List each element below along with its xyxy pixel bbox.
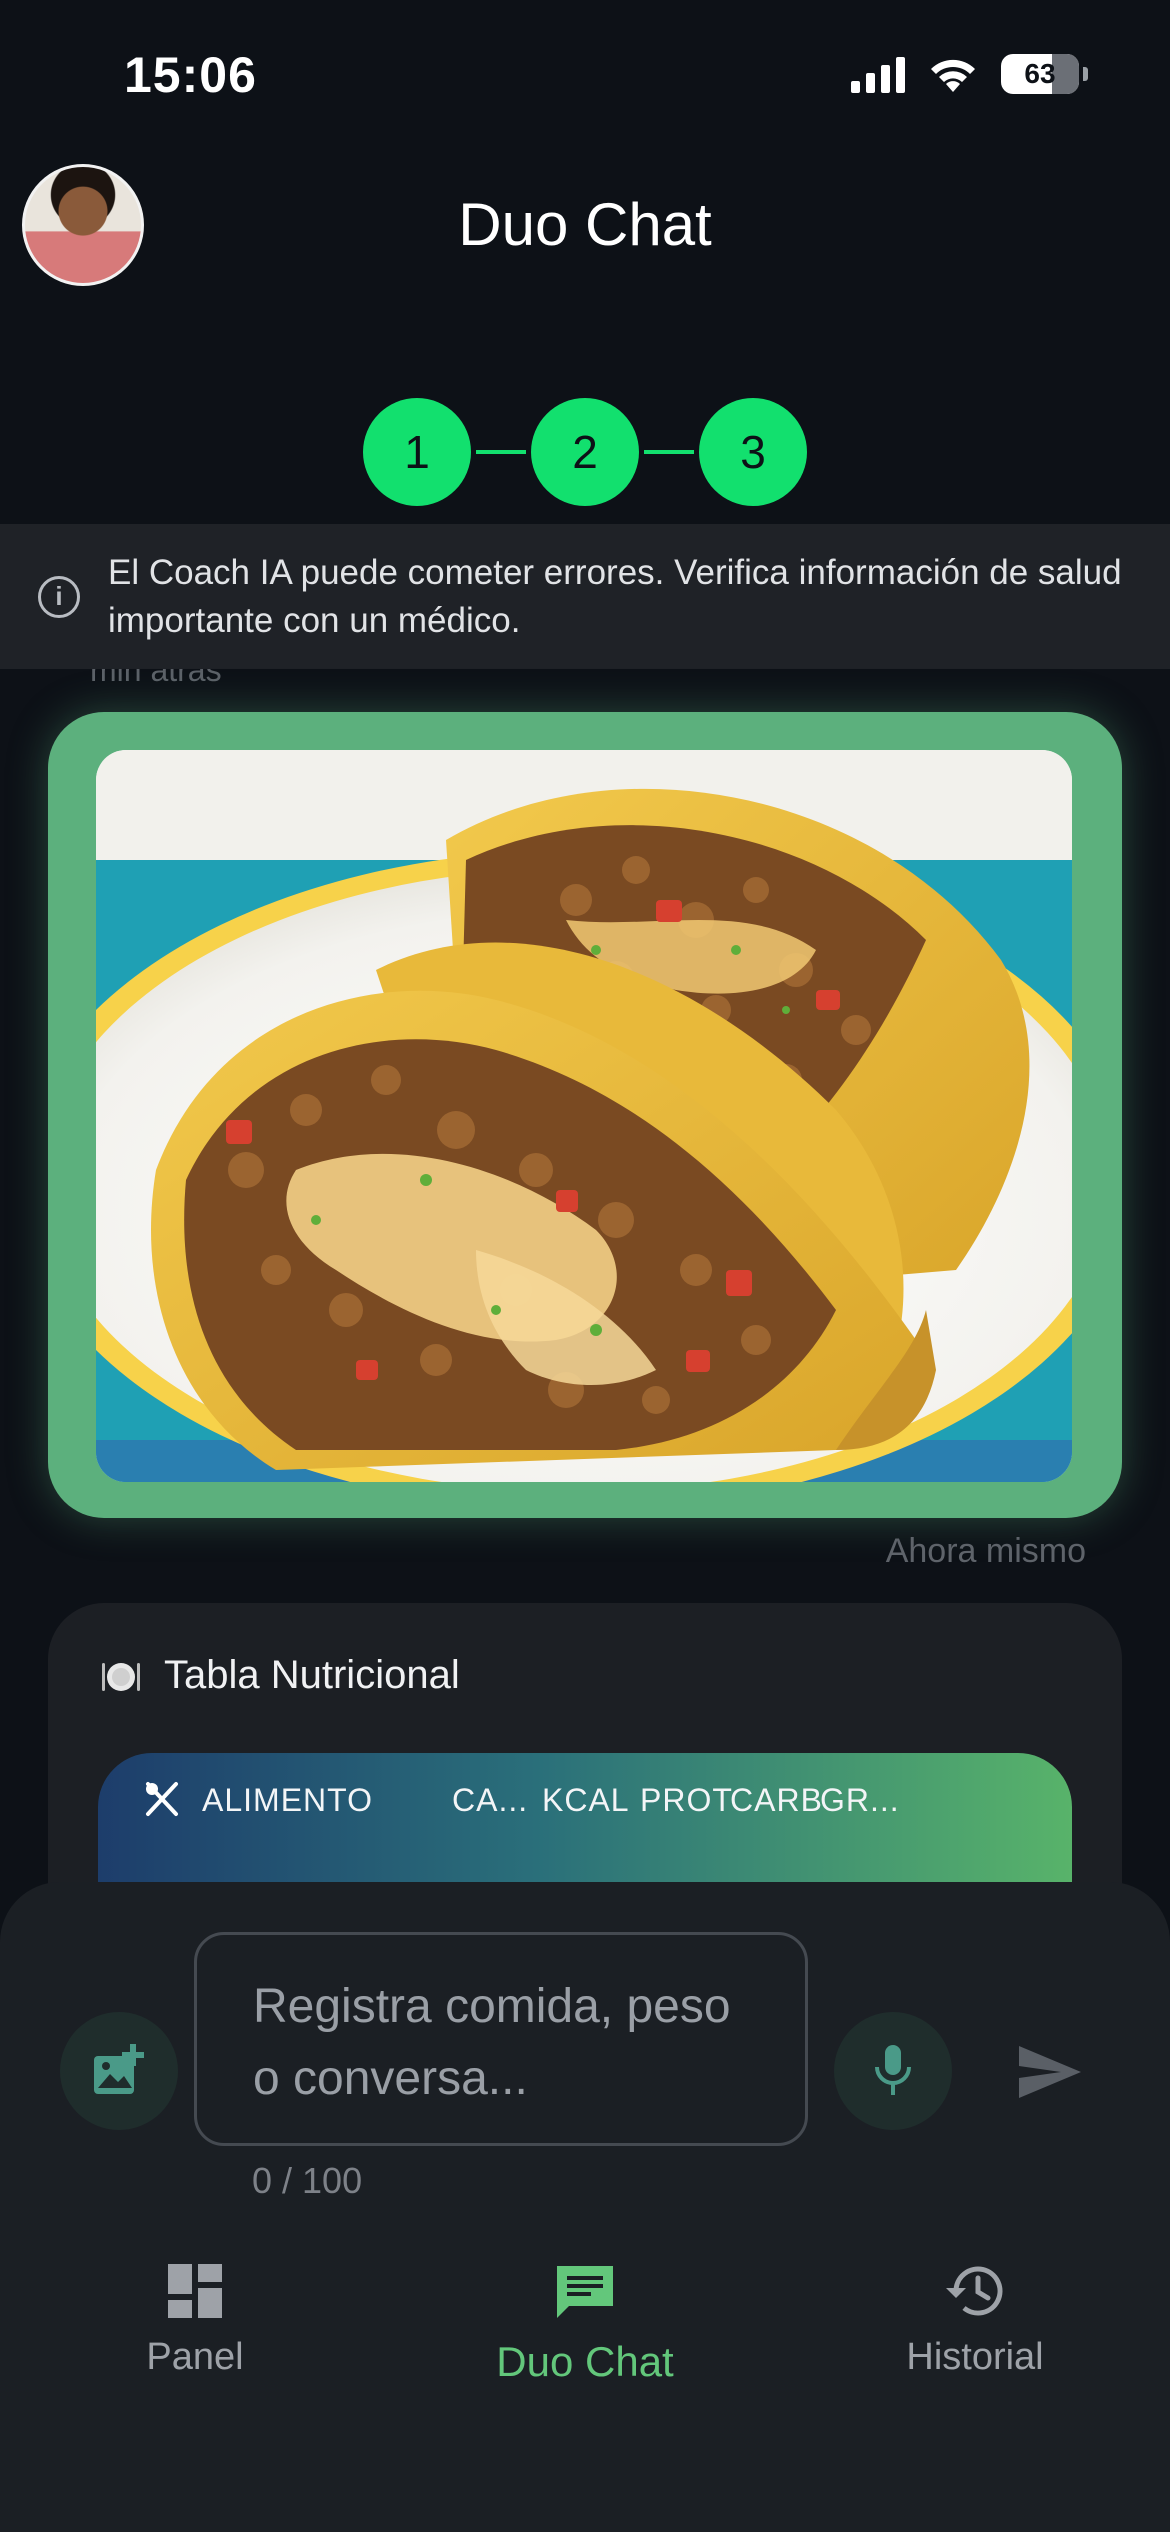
step-connector	[476, 450, 526, 454]
nav-item-historial[interactable]: Historial	[880, 2262, 1070, 2379]
column-header-protein: PROT	[640, 1781, 733, 1818]
add-photo-icon	[94, 2044, 144, 2094]
step-2[interactable]: 2	[531, 398, 639, 506]
history-icon	[946, 2266, 1003, 2316]
plate-cutlery-icon	[102, 1662, 140, 1691]
step-connector	[644, 450, 694, 454]
fork-knife-icon	[146, 1782, 178, 1816]
step-3[interactable]: 3	[699, 398, 807, 506]
chat-icon	[557, 2266, 613, 2318]
tacos-image	[96, 750, 1072, 1482]
battery-level: 63	[1024, 58, 1056, 89]
step-1[interactable]: 1	[363, 398, 471, 506]
message-timestamp: Ahora mismo	[885, 1532, 1086, 1570]
nutrition-table-header: ALIMENTO CA... KCAL PROT CARB GR...	[98, 1753, 1072, 1883]
column-header-food: ALIMENTO	[202, 1781, 373, 1818]
column-header-kcal: KCAL	[542, 1781, 630, 1818]
page-title: Duo Chat	[458, 191, 712, 258]
nutrition-title-row: Tabla Nutricional	[100, 1653, 460, 1698]
cellular-signal-icon	[851, 55, 905, 93]
food-photo[interactable]	[96, 750, 1072, 1482]
message-input[interactable]	[194, 1932, 808, 2146]
voice-input-button[interactable]	[834, 2012, 952, 2130]
nutrition-table-card: Tabla Nutricional ALIMENTO CA... KCAL PR…	[48, 1603, 1122, 1903]
dashboard-icon	[168, 2264, 222, 2318]
battery-icon: 63	[1001, 54, 1079, 94]
nav-label-historial: Historial	[906, 2336, 1044, 2378]
progress-stepper: 1 2 3	[0, 398, 1170, 506]
nav-item-panel[interactable]: Panel	[120, 2262, 270, 2379]
wifi-icon	[931, 59, 975, 92]
microphone-icon	[875, 2045, 911, 2095]
send-button[interactable]	[1010, 2032, 1090, 2112]
nav-label-duo-chat: Duo Chat	[496, 2338, 674, 2385]
status-bar: 15:06 63	[0, 0, 1170, 150]
add-photo-button[interactable]	[60, 2012, 178, 2130]
column-header-fat: GR...	[820, 1781, 900, 1818]
info-icon: i	[38, 575, 80, 618]
bottom-navigation: Panel Duo Chat Historial	[0, 2262, 1170, 2462]
status-time: 15:06	[124, 47, 257, 103]
nav-item-duo-chat[interactable]: Duo Chat	[470, 2262, 700, 2386]
image-message-bubble[interactable]	[48, 712, 1122, 1518]
send-icon	[1019, 2046, 1081, 2098]
column-header-quantity: CA...	[452, 1781, 529, 1818]
character-counter: 0 / 100	[252, 2160, 363, 2201]
nutrition-title: Tabla Nutricional	[164, 1653, 460, 1697]
battery-cap	[1083, 67, 1088, 81]
column-header-carbs: CARB	[730, 1781, 823, 1818]
ai-disclaimer-banner: i El Coach IA puede cometer errores. Ver…	[0, 524, 1170, 669]
status-icons: 63	[851, 54, 1088, 94]
disclaimer-text: El Coach IA puede cometer errores. Verif…	[108, 552, 1122, 640]
nav-label-panel: Panel	[146, 2336, 244, 2378]
